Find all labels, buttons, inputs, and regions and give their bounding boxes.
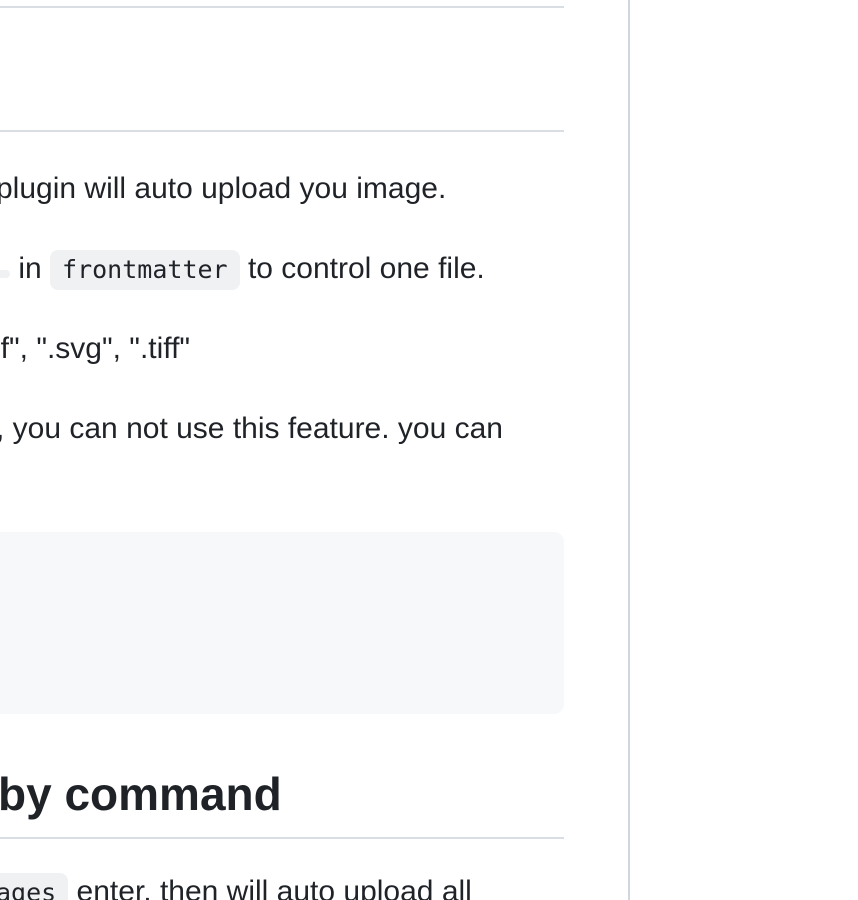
divider-top — [0, 6, 564, 8]
readme-paragraph-auto-upload: plugin will auto upload you image. — [0, 172, 447, 205]
right-sidebar — [630, 0, 858, 900]
readme-paragraph-command: ages enter, then will auto upload all — [0, 872, 472, 900]
inline-code-images: ages — [0, 873, 69, 900]
code-block — [0, 532, 564, 714]
readme-content: plugin will auto upload you image. in fr… — [0, 0, 564, 900]
readme-paragraph-limitation: , you can not use this feature. you can — [0, 412, 503, 445]
text-control-one-file: to control one file. — [239, 252, 485, 285]
divider-heading — [0, 837, 564, 839]
section-heading-by-command: by command — [0, 768, 282, 820]
inline-code-frontmatter: frontmatter — [50, 250, 240, 290]
readme-paragraph-frontmatter: in frontmatter to control one file. — [0, 249, 485, 290]
readme-paragraph-extensions: if", ".svg", ".tiff" — [0, 332, 191, 365]
divider-section — [0, 130, 564, 132]
text-enter-auto-upload: enter, then will auto upload all — [68, 875, 472, 900]
readme-viewport: plugin will auto upload you image. in fr… — [0, 0, 858, 900]
inline-code-fragment — [0, 270, 10, 278]
text-in: in — [10, 252, 51, 285]
